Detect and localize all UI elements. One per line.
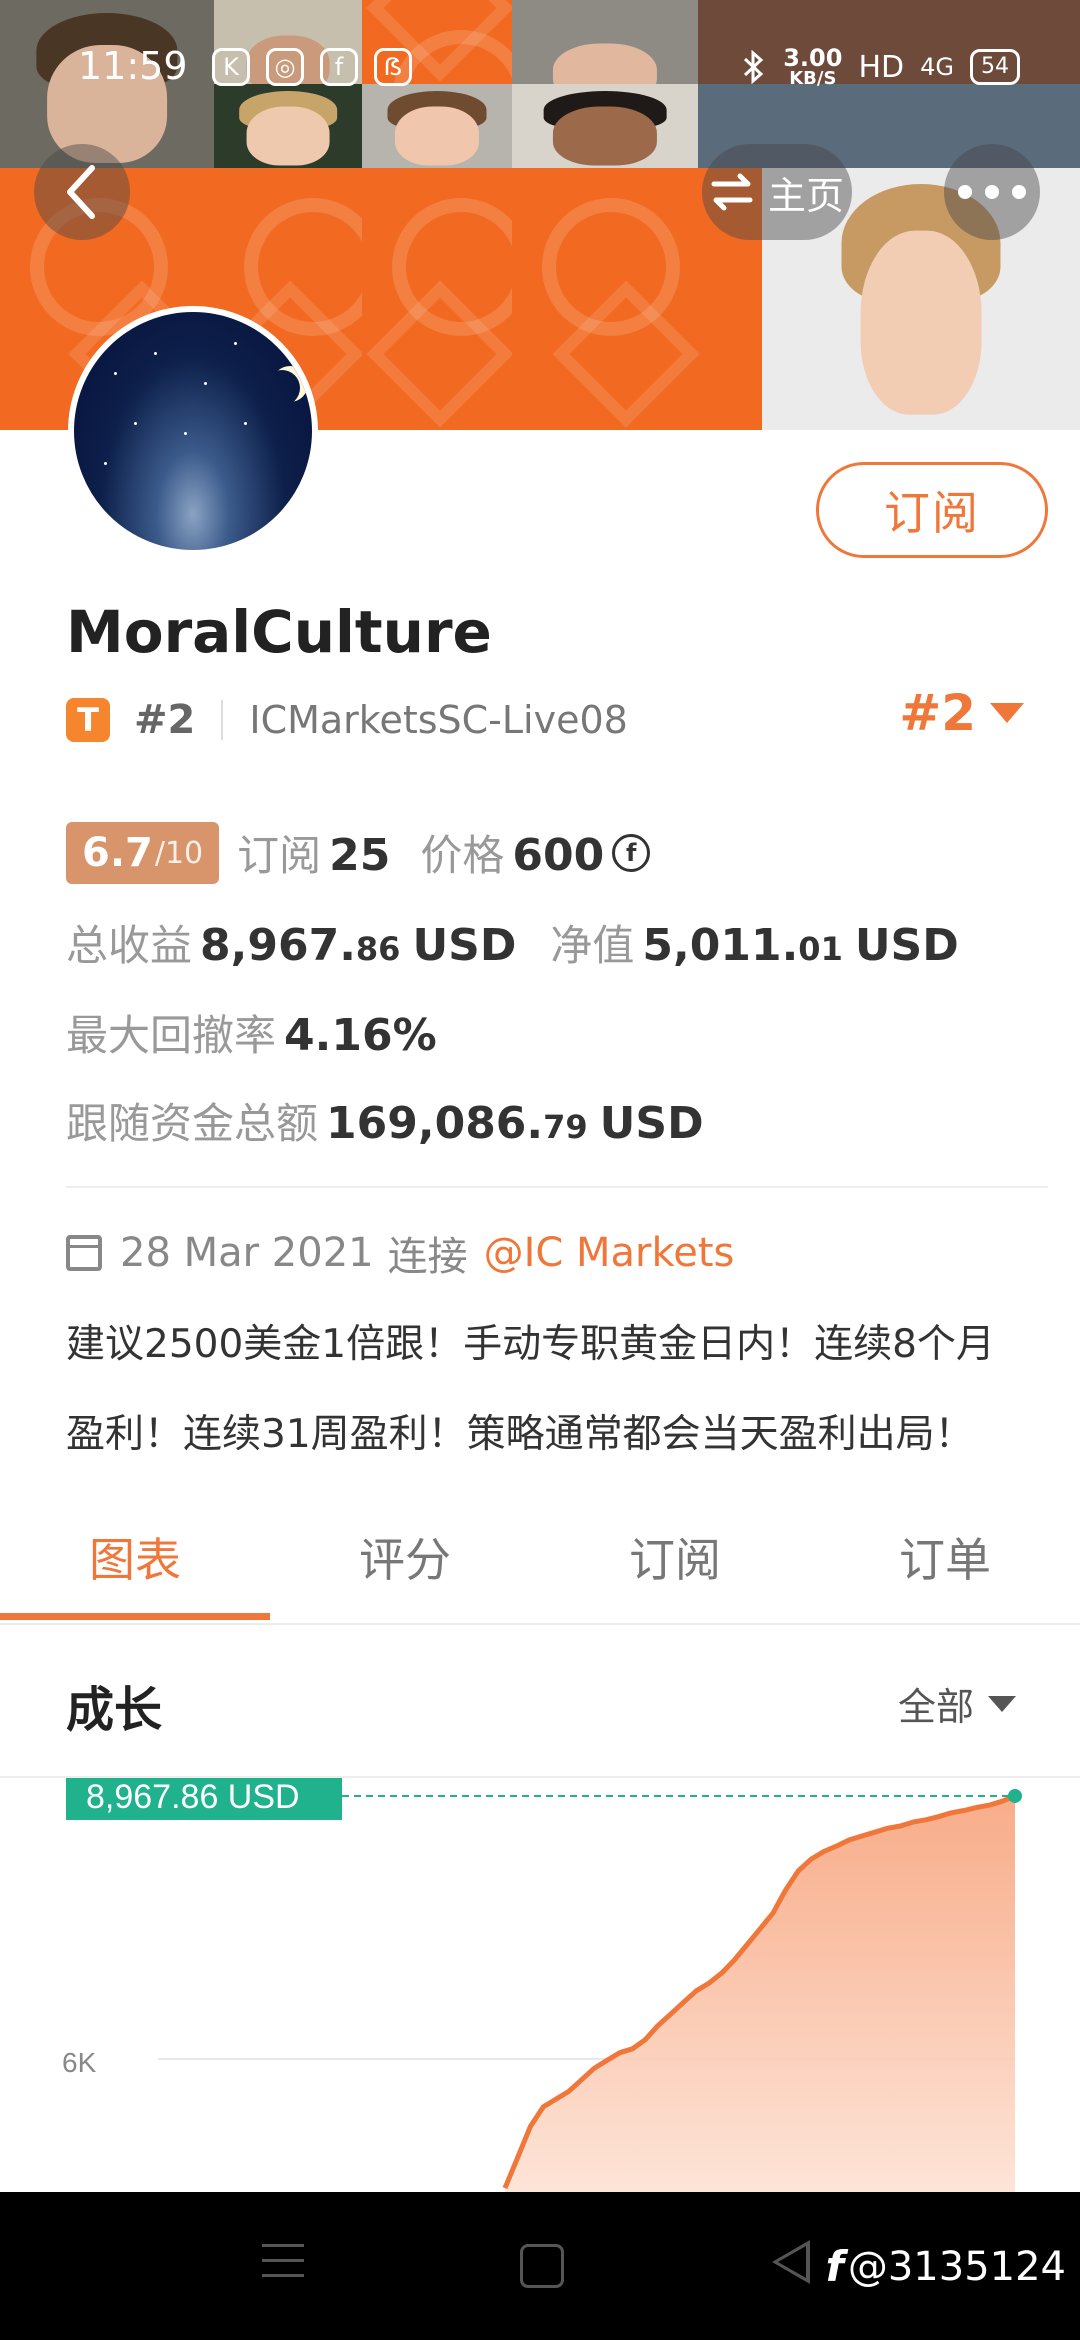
growth-section-header: 成长 全部 (0, 1626, 1080, 1778)
score-value: 6.7 (82, 830, 153, 876)
range-filter-label: 全部 (897, 1685, 974, 1729)
section-title: 成长 (66, 1682, 163, 1738)
chevron-left-icon (67, 165, 95, 219)
tab-bar: 图表 评分 订阅 订单 (0, 1520, 1080, 1620)
follow-funds-value: 169,086.79 (326, 1098, 588, 1149)
battery-icon: 54 (970, 49, 1020, 85)
status-indicators: 3.00 KB/S HD 4G 54 (741, 46, 1020, 88)
current-value-marker (1008, 1788, 1022, 1803)
username: MoralCulture (66, 598, 492, 666)
server-name: ICMarketsSC-Live08 (249, 698, 628, 742)
total-profit-value: 8,967.86 (200, 920, 400, 971)
total-profit-dec: 86 (355, 930, 401, 968)
calendar-icon (66, 1235, 102, 1271)
growth-chart[interactable]: 6K 8,967.86 USD (0, 1778, 1080, 2192)
drawdown-label: 最大回撤率 (66, 1011, 277, 1060)
rank-label: #2 (134, 697, 196, 743)
switch-home-label: 主页 (767, 173, 844, 218)
follow-funds-dec: 79 (543, 1108, 588, 1146)
back-icon[interactable] (772, 2240, 810, 2284)
system-nav-bar: f @3135124 (0, 2192, 1080, 2340)
rank-dropdown-label: #2 (899, 684, 976, 742)
follow-funds-int: 169,086. (326, 1098, 544, 1149)
tab-rating[interactable]: 评分 (270, 1520, 540, 1620)
moon-icon (264, 370, 300, 406)
caret-down-icon (990, 703, 1024, 723)
notification-app-icon: ◎ (266, 48, 304, 86)
swap-icon (711, 173, 753, 211)
growth-area (505, 1796, 1015, 2192)
banner-pattern (362, 168, 530, 430)
net-speed-unit: KB/S (789, 68, 837, 89)
score-row: 6.7 /10 订阅 25 价格 600 f (66, 822, 651, 884)
tab-divider (0, 1623, 1080, 1625)
subscribers-label: 订阅 (237, 831, 322, 880)
tab-orders[interactable]: 订单 (810, 1520, 1080, 1620)
trader-badge: T (66, 698, 110, 742)
status-bar: 11:59 K ◎ f ẞ 3.00 KB/S HD 4G 54 (0, 0, 1080, 110)
drawdown-value: 4.16% (284, 1010, 437, 1061)
signal-icon: 4G (920, 53, 954, 81)
hd-indicator: HD (858, 49, 905, 85)
equity-dec: 01 (798, 930, 843, 968)
watermark-text: @3135124 (847, 2243, 1066, 2290)
tab-subscriptions[interactable]: 订阅 (540, 1520, 810, 1620)
separator (221, 700, 224, 740)
bluetooth-icon (744, 50, 764, 84)
banner-pattern (512, 168, 698, 430)
drawdown-row: 最大回撤率 4.16% (66, 1002, 437, 1063)
connection-date: 28 Mar 2021 (120, 1230, 374, 1276)
notification-icons: K ◎ f ẞ (212, 48, 412, 86)
caret-down-icon (988, 1695, 1016, 1712)
back-button[interactable] (34, 144, 130, 240)
price-value: 600 (512, 830, 605, 881)
equity-label: 净值 (550, 921, 635, 970)
menu-icon[interactable] (262, 2244, 304, 2289)
follow-funds-unit: USD (599, 1098, 704, 1149)
net-speed-value: 3.00 (783, 44, 843, 72)
equity-int: 5,011. (642, 920, 799, 971)
net-speed: 3.00 KB/S (783, 46, 842, 88)
score-badge: 6.7 /10 (66, 822, 220, 884)
y-tick-label: 6K (62, 2047, 97, 2078)
more-button[interactable] (944, 144, 1040, 240)
score-denominator: /10 (154, 835, 204, 871)
more-dots-icon (958, 185, 1026, 199)
coin-icon: f (612, 834, 651, 872)
account-meta: T #2 ICMarketsSC-Live08 (66, 690, 628, 750)
connection-label: 连接 (387, 1234, 468, 1280)
equity-value: 5,011.01 (642, 920, 842, 971)
current-value-label: 8,967.86 USD (86, 1778, 300, 1816)
subscribe-button[interactable]: 订阅 (816, 462, 1048, 558)
price-label: 价格 (420, 831, 505, 880)
notification-app-icon: K (212, 48, 250, 86)
watermark-logo-icon: f (825, 2242, 844, 2291)
tab-chart[interactable]: 图表 (0, 1520, 270, 1620)
broker-link[interactable]: @IC Markets (484, 1230, 735, 1276)
total-profit-unit: USD (412, 920, 517, 971)
divider (66, 1186, 1048, 1188)
total-profit-int: 8,967. (200, 920, 356, 971)
status-time: 11:59 (78, 44, 188, 88)
notification-app-icon: f (320, 48, 358, 86)
avatar[interactable] (68, 306, 318, 556)
switch-home-button[interactable]: 主页 (702, 144, 852, 240)
rank-dropdown[interactable]: #2 (899, 684, 1024, 742)
range-filter-dropdown[interactable]: 全部 (898, 1676, 1016, 1731)
follow-funds-row: 跟随资金总额 169,086.79 USD (66, 1090, 704, 1151)
notification-app-icon: ẞ (374, 48, 412, 86)
watermark: f @3135124 (826, 2242, 1066, 2291)
connection-info: 28 Mar 2021 连接 @IC Markets (66, 1224, 734, 1282)
home-icon[interactable] (520, 2244, 564, 2288)
profit-row: 总收益 8,967.86 USD 净值 5,011.01 USD (66, 912, 959, 973)
subscribers-value: 25 (329, 830, 391, 881)
follow-funds-label: 跟随资金总额 (66, 1099, 319, 1148)
strategy-description: 建议2500美金1倍跟！手动专职黄金日内！连续8个月盈利！连续31周盈利！策略通… (66, 1322, 995, 1457)
total-profit-label: 总收益 (66, 921, 193, 970)
equity-unit: USD (854, 920, 959, 971)
